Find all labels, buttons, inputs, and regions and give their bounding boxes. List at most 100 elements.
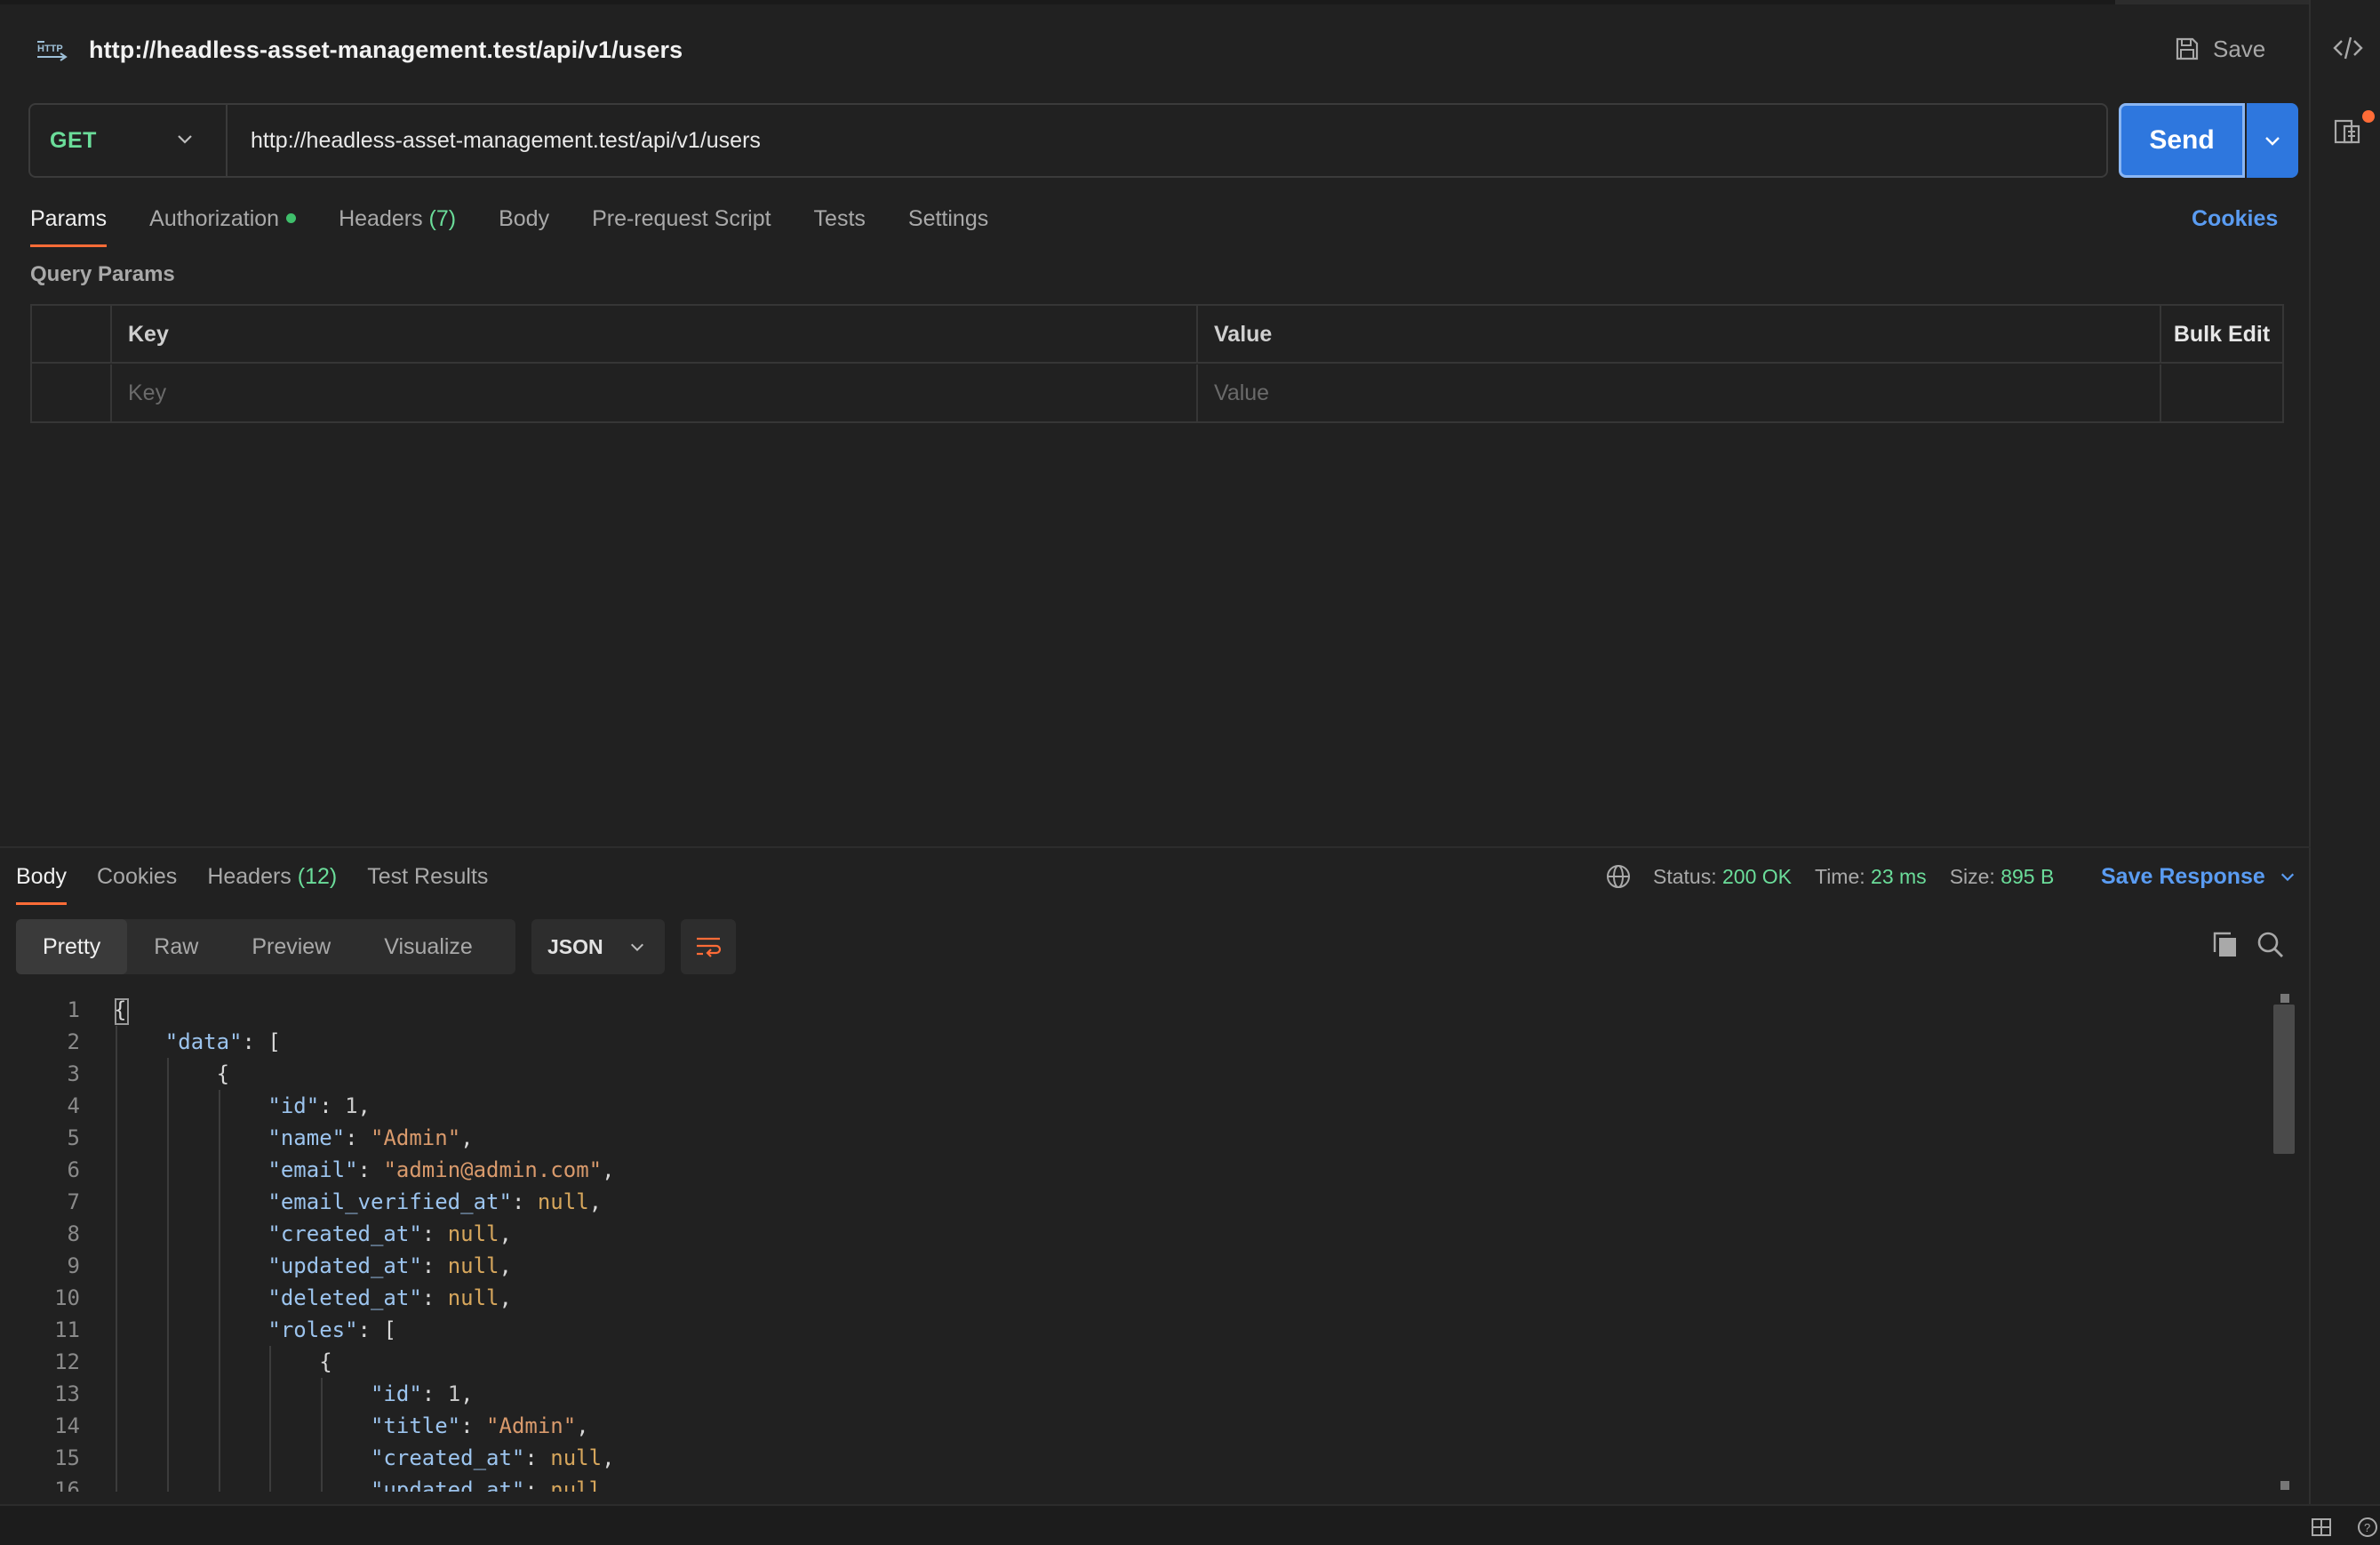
code-text: "roles": [	[268, 1317, 396, 1342]
request-tabs: Params Authorization Headers (7) Body Pr…	[30, 201, 1031, 247]
layout-icon[interactable]	[2311, 1517, 2332, 1538]
save-button[interactable]: Save	[2174, 29, 2265, 68]
copy-icon[interactable]	[2211, 930, 2240, 960]
pane-divider[interactable]	[0, 846, 2311, 848]
tab-label: Settings	[907, 206, 989, 231]
chevron-down-icon	[2265, 137, 2280, 146]
key-input[interactable]: Key	[112, 364, 1198, 422]
cookies-link[interactable]: Cookies	[2192, 201, 2278, 236]
response-view-switcher: Pretty Raw Preview Visualize	[16, 919, 515, 974]
time-value[interactable]: 23 ms	[1871, 865, 1927, 889]
tab-label: Body	[499, 206, 550, 231]
status-bar: ?	[0, 1504, 2380, 1545]
line-number: 4	[67, 1093, 80, 1118]
code-text: "id": 1,	[268, 1093, 371, 1118]
code-text: "title": "Admin",	[370, 1413, 589, 1438]
code-text: "deleted_at": null,	[268, 1285, 512, 1310]
tab-headers[interactable]: Headers (7)	[339, 201, 456, 245]
tab-authorization[interactable]: Authorization	[149, 201, 297, 245]
tab-count: (7)	[428, 206, 457, 231]
app-window: HTTP http://headless-asset-management.te…	[0, 0, 2380, 1545]
tab-label: Authorization	[149, 206, 280, 231]
checkbox-column-header	[32, 306, 112, 364]
request-title[interactable]: http://headless-asset-management.test/ap…	[89, 36, 683, 64]
code-text: "created_at": null,	[370, 1445, 615, 1470]
code-text: "email_verified_at": null,	[268, 1189, 603, 1214]
format-select[interactable]: JSON	[531, 919, 665, 974]
svg-text:?: ?	[2364, 1521, 2370, 1534]
send-options-button[interactable]	[2247, 103, 2298, 178]
save-response-button[interactable]: Save Response	[2101, 859, 2296, 894]
method-select[interactable]: GET	[30, 105, 228, 176]
indent-guide	[269, 1346, 272, 1492]
indent-guide	[116, 1026, 117, 1492]
wrap-lines-button[interactable]	[681, 919, 736, 974]
status-label: Status:	[1653, 864, 1717, 888]
value-input[interactable]: Value	[1198, 364, 2161, 422]
notification-badge	[2362, 110, 2375, 123]
tab-body[interactable]: Body	[499, 201, 549, 245]
scroll-up-arrow[interactable]	[2280, 994, 2289, 1003]
view-preview-button[interactable]: Preview	[225, 919, 357, 974]
help-icon[interactable]: ?	[2357, 1517, 2378, 1538]
response-body-editor[interactable]: 1{2 "data": [3 {4 "id": 1, 5 "name": "Adm…	[0, 994, 2275, 1492]
key-column-header: Key	[112, 306, 1198, 364]
line-number: 15	[54, 1445, 80, 1470]
bulk-edit-button[interactable]: Bulk Edit	[2161, 306, 2282, 364]
tab-response-headers[interactable]: Headers (12)	[207, 859, 337, 903]
line-number: 11	[54, 1317, 80, 1342]
tab-label: Tests	[813, 206, 866, 231]
tab-label: Test Results	[367, 864, 489, 889]
wrap-lines-icon	[697, 937, 722, 957]
line-number: 12	[54, 1349, 80, 1374]
indent-guide	[218, 1090, 220, 1492]
tab-tests[interactable]: Tests	[814, 201, 866, 245]
indent-guide	[166, 1058, 169, 1492]
line-number: 9	[67, 1253, 80, 1278]
line-number: 10	[54, 1285, 80, 1310]
view-visualize-button[interactable]: Visualize	[357, 919, 499, 974]
globe-icon[interactable]	[1605, 863, 1632, 890]
tab-settings[interactable]: Settings	[908, 201, 988, 245]
code-text: {	[114, 1061, 230, 1086]
code-icon[interactable]	[2332, 32, 2364, 64]
indent-guide	[321, 1378, 323, 1492]
line-number: 5	[67, 1125, 80, 1150]
search-icon[interactable]	[2256, 930, 2286, 960]
tab-response-cookies[interactable]: Cookies	[97, 859, 177, 903]
code-text: "updated_at": null,	[268, 1253, 512, 1278]
clipboard-icon[interactable]	[2332, 116, 2364, 148]
tab-count: (12)	[297, 864, 338, 889]
scrollbar-thumb[interactable]	[2273, 1005, 2295, 1154]
response-meta: Status: 200 OK Time: 23 ms Size: 895 B	[1605, 859, 2054, 894]
tab-response-body[interactable]: Body	[16, 859, 67, 905]
svg-text:HTTP: HTTP	[37, 44, 63, 54]
tab-label: Cookies	[96, 864, 178, 889]
tab-label: Params	[30, 206, 108, 231]
line-number: 8	[67, 1221, 80, 1246]
save-response-label: Save Response	[2101, 864, 2265, 889]
method-label: GET	[50, 127, 97, 153]
send-button[interactable]: Send	[2119, 103, 2245, 178]
tab-label: Body	[16, 864, 67, 889]
scroll-down-arrow[interactable]	[2280, 1481, 2289, 1490]
code-text: "data": [	[164, 1029, 281, 1054]
url-input[interactable]	[251, 123, 2081, 158]
line-number: 6	[67, 1157, 80, 1182]
request-header: HTTP http://headless-asset-management.te…	[0, 4, 2311, 93]
view-raw-button[interactable]: Raw	[127, 919, 225, 974]
code-text: {	[114, 1349, 332, 1374]
tab-label: Headers	[339, 206, 423, 231]
tab-pre-request-script[interactable]: Pre-request Script	[592, 201, 771, 245]
tab-test-results[interactable]: Test Results	[367, 859, 488, 903]
view-pretty-button[interactable]: Pretty	[16, 919, 128, 974]
code-text: "email": "admin@admin.com",	[268, 1157, 615, 1182]
value-column-header: Value	[1198, 306, 2161, 364]
time-label: Time:	[1815, 864, 1865, 888]
tab-params[interactable]: Params	[30, 201, 108, 247]
size-value[interactable]: 895 B	[2001, 865, 2054, 889]
status-value[interactable]: 200 OK	[1722, 865, 1792, 889]
row-checkbox-cell	[32, 364, 112, 422]
code-text: "updated_at": null,	[370, 1477, 615, 1492]
line-number: 7	[67, 1189, 80, 1214]
